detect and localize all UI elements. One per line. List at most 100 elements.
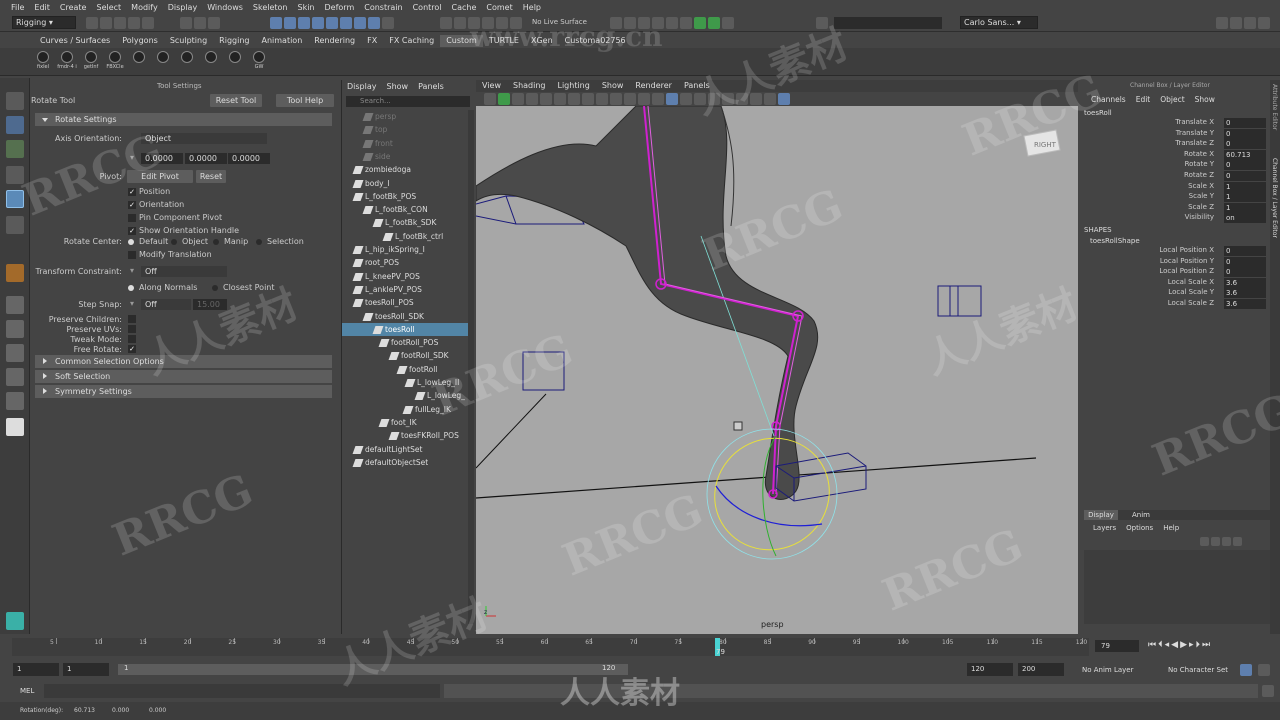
- axis-orientation-dropdown[interactable]: Object: [141, 133, 267, 144]
- shelf-button[interactable]: [224, 50, 246, 74]
- shelf-tab-fx-caching[interactable]: FX Caching: [383, 35, 440, 47]
- outliner-item[interactable]: zombiedoga: [342, 163, 468, 176]
- shelf-button[interactable]: [200, 50, 222, 74]
- outliner-item[interactable]: footRoll_SDK: [342, 349, 468, 362]
- layout-four-icon[interactable]: [6, 320, 24, 338]
- outliner-item[interactable]: front: [342, 137, 468, 150]
- pivot-option-checkbox[interactable]: ✓: [128, 201, 136, 209]
- anim-start-field[interactable]: 1: [13, 663, 59, 676]
- viewport-canvas[interactable]: RIGHT z persp: [476, 106, 1078, 634]
- channel-value[interactable]: 0: [1224, 160, 1266, 171]
- menu-help[interactable]: Help: [518, 3, 546, 12]
- rotate-settings-frame[interactable]: Rotate Settings: [35, 113, 332, 126]
- step-value-field[interactable]: 15.00: [193, 299, 227, 310]
- shape-channel-value[interactable]: 3.6: [1224, 299, 1266, 309]
- toggle-attribute-editor-icon[interactable]: [1230, 17, 1242, 29]
- menu-cache[interactable]: Cache: [447, 3, 482, 12]
- snap-curve-icon[interactable]: [454, 17, 466, 29]
- shelf-tab-rendering[interactable]: Rendering: [308, 35, 361, 47]
- closest-point-radio[interactable]: [212, 285, 218, 291]
- anim-end-field[interactable]: 200: [1018, 663, 1064, 676]
- new-layer-selected-icon[interactable]: [1233, 537, 1242, 546]
- ao-icon[interactable]: [722, 93, 734, 105]
- render-settings-icon[interactable]: [652, 17, 664, 29]
- outliner-item[interactable]: L_lowLeg_II: [342, 376, 468, 389]
- step-forward-frame-icon[interactable]: ▸: [1189, 640, 1194, 650]
- lights-icon[interactable]: [694, 93, 706, 105]
- outliner-item[interactable]: L_hip_ikSpring_I: [342, 243, 468, 256]
- layer-menu-layers[interactable]: Layers: [1088, 524, 1121, 532]
- outliner-item[interactable]: L_footBk_POS: [342, 190, 468, 203]
- lasso-tool-icon[interactable]: [6, 116, 24, 134]
- new-empty-layer-icon[interactable]: [1222, 537, 1231, 546]
- menu-modify[interactable]: Modify: [126, 3, 163, 12]
- step-back-key-icon[interactable]: ⏴: [1158, 640, 1163, 650]
- common-selection-frame[interactable]: Common Selection Options: [35, 355, 332, 368]
- preserve-uvs-checkbox[interactable]: [128, 325, 136, 333]
- outliner-item[interactable]: L_footBk_CON: [342, 203, 468, 216]
- symmetry-settings-frame[interactable]: Symmetry Settings: [35, 385, 332, 398]
- viewport-menu-lighting[interactable]: Lighting: [551, 80, 595, 92]
- gate-mask-icon[interactable]: [610, 93, 622, 105]
- rotate-tool-icon[interactable]: [6, 190, 24, 208]
- hypershade-icon[interactable]: [666, 17, 678, 29]
- viewport-menu-panels[interactable]: Panels: [678, 80, 716, 92]
- user-account-dropdown[interactable]: Carlo Sans... ▾: [960, 16, 1038, 29]
- shelf-tab-custom[interactable]: Custom: [440, 35, 483, 47]
- outliner-item[interactable]: foot_IK: [342, 416, 468, 429]
- attribute-editor-tab[interactable]: Attribute Editor: [1271, 84, 1278, 130]
- move-tool-icon[interactable]: [6, 166, 24, 184]
- menuset-dropdown[interactable]: Rigging ▾: [12, 16, 76, 29]
- shelf-tab-customa02756[interactable]: Customa02756: [559, 35, 632, 47]
- mel-label[interactable]: MEL: [20, 687, 34, 695]
- grid-icon[interactable]: [568, 93, 580, 105]
- rotate-center-default-radio[interactable]: [128, 239, 134, 245]
- time-slider[interactable]: 5 10 15 20 25 30 35 40 45 50 55 60 65 70 75 80 85 90 95 100…: [0, 636, 1280, 660]
- shelf-button[interactable]: FBXCle: [104, 50, 126, 74]
- render-layer-icon[interactable]: [722, 17, 734, 29]
- scale-tool-icon[interactable]: [6, 216, 24, 234]
- preserve-children-checkbox[interactable]: [128, 315, 136, 323]
- shape-channel-value[interactable]: 3.6: [1224, 288, 1266, 299]
- camera-select-icon[interactable]: [484, 93, 496, 105]
- viewport-menu-renderer[interactable]: Renderer: [629, 80, 678, 92]
- step-snap-dropdown[interactable]: Off: [141, 299, 191, 310]
- grease-pencil-icon[interactable]: [554, 93, 566, 105]
- two-d-pan-icon[interactable]: [540, 93, 552, 105]
- safe-action-icon[interactable]: [638, 93, 650, 105]
- playback-end-field[interactable]: 120: [967, 663, 1013, 676]
- outliner-item[interactable]: side: [342, 150, 468, 163]
- channel-value[interactable]: on: [1224, 213, 1266, 224]
- layer-list[interactable]: [1084, 550, 1270, 624]
- range-bar[interactable]: 1 120: [118, 664, 628, 675]
- shelf-button[interactable]: [152, 50, 174, 74]
- outliner-item[interactable]: toesRoll_POS: [342, 296, 468, 309]
- outliner-item[interactable]: L_anklePV_POS: [342, 283, 468, 296]
- last-tool-icon[interactable]: [6, 264, 24, 282]
- shelf-tab-turtle[interactable]: TURTLE: [483, 35, 525, 47]
- mask-dynamic-icon[interactable]: [340, 17, 352, 29]
- command-input[interactable]: [44, 684, 440, 698]
- playback-start-field[interactable]: 1: [63, 663, 109, 676]
- outliner-item[interactable]: defaultLightSet: [342, 443, 468, 456]
- play-backwards-icon[interactable]: ◀: [1171, 640, 1178, 650]
- rotate-center-selection-radio[interactable]: [256, 239, 262, 245]
- channel-menu-object[interactable]: Object: [1155, 95, 1189, 104]
- outliner-item[interactable]: top: [342, 123, 468, 136]
- shelf-button[interactable]: [128, 50, 150, 74]
- playblast-icon[interactable]: [708, 17, 720, 29]
- menu-select[interactable]: Select: [91, 3, 126, 12]
- layout-single-icon[interactable]: [6, 296, 24, 314]
- soft-selection-frame[interactable]: Soft Selection: [35, 370, 332, 383]
- outliner-item[interactable]: footRoll_POS: [342, 336, 468, 349]
- menu-windows[interactable]: Windows: [202, 3, 248, 12]
- shadows-icon[interactable]: [708, 93, 720, 105]
- anim-layer-dropdown[interactable]: No Anim Layer: [1082, 666, 1133, 674]
- ipr-render-icon[interactable]: [638, 17, 650, 29]
- viewport-menu-show[interactable]: Show: [596, 80, 630, 92]
- menu-skeleton[interactable]: Skeleton: [248, 3, 293, 12]
- free-rotate-checkbox[interactable]: ✓: [128, 345, 136, 353]
- rotate-center-manip-radio[interactable]: [213, 239, 219, 245]
- pivot-option-checkbox[interactable]: ✓: [128, 227, 136, 235]
- outliner-item[interactable]: toesRoll_SDK: [342, 310, 468, 323]
